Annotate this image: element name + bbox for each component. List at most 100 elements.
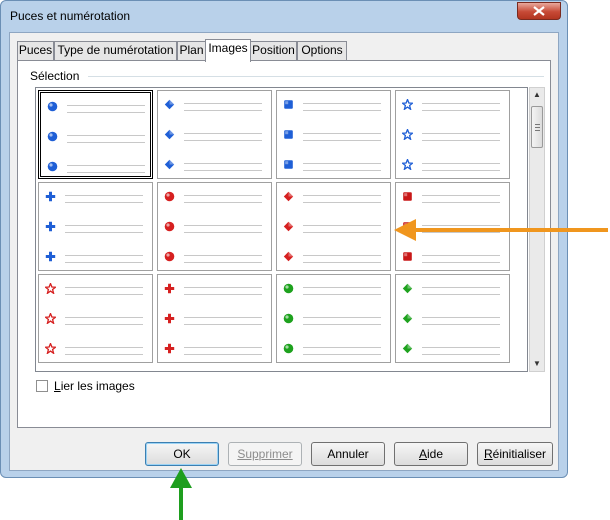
text-line-placeholder: [184, 202, 262, 203]
selection-label: Sélection: [30, 69, 84, 83]
grip-line: [535, 130, 540, 131]
text-line-placeholder: [303, 225, 381, 226]
title-bar[interactable]: Puces et numérotation: [1, 1, 567, 31]
bullet-style-diamond[interactable]: [395, 274, 510, 363]
diamond-bullet-icon: [283, 251, 294, 262]
diamond-bullet-icon: [402, 283, 413, 294]
text-line-placeholder: [422, 133, 500, 134]
star-bullet-icon: [400, 97, 415, 111]
grip-line: [535, 124, 540, 125]
delete-button-label: Supprimer: [237, 447, 293, 461]
text-line-placeholder: [67, 112, 145, 113]
orange-arrow-annotation: [394, 219, 608, 241]
help-label-rest: ide: [427, 447, 444, 461]
text-line-placeholder: [65, 195, 143, 196]
tab-plan[interactable]: Plan: [177, 41, 206, 60]
text-line-placeholder: [65, 324, 143, 325]
text-line-placeholder: [65, 255, 143, 256]
text-line-placeholder: [67, 172, 145, 173]
sphere-bullet-icon: [283, 283, 294, 294]
text-line-placeholder: [184, 163, 262, 164]
cube-bullet-icon: [283, 129, 294, 140]
text-line-placeholder: [303, 163, 381, 164]
text-line-placeholder: [422, 294, 500, 295]
text-line-placeholder: [184, 133, 262, 134]
dialog-client-area: Puces Type de numérotation Plan Images P…: [9, 32, 559, 471]
tab-position[interactable]: Position: [250, 41, 297, 60]
scroll-thumb[interactable]: [531, 106, 543, 148]
text-line-placeholder: [422, 163, 500, 164]
bullet-style-star[interactable]: [38, 274, 153, 363]
text-line-placeholder: [422, 255, 500, 256]
sphere-bullet-icon: [47, 131, 58, 142]
text-line-placeholder: [65, 317, 143, 318]
text-line-placeholder: [184, 262, 262, 263]
delete-button[interactable]: Supprimer: [228, 442, 302, 466]
green-arrow-annotation: [170, 468, 192, 520]
diamond-bullet-icon: [283, 221, 294, 232]
text-line-placeholder: [184, 195, 262, 196]
text-line-placeholder: [422, 354, 500, 355]
text-line-placeholder: [65, 232, 143, 233]
text-line-placeholder: [184, 232, 262, 233]
text-line-placeholder: [65, 294, 143, 295]
close-button[interactable]: [517, 2, 561, 20]
text-line-placeholder: [422, 195, 500, 196]
cube-bullet-icon: [402, 251, 413, 262]
text-line-placeholder: [67, 135, 145, 136]
tab-images[interactable]: Images: [205, 39, 251, 62]
tab-puces[interactable]: Puces: [17, 41, 54, 60]
help-button[interactable]: Aide: [394, 442, 468, 466]
sphere-bullet-icon: [164, 251, 175, 262]
cube-bullet-icon: [283, 159, 294, 170]
close-icon: [533, 6, 545, 16]
text-line-placeholder: [422, 103, 500, 104]
bullet-style-star[interactable]: [395, 90, 510, 179]
tab-options[interactable]: Options: [297, 41, 347, 60]
text-line-placeholder: [422, 110, 500, 111]
cross-bullet-icon: [45, 191, 56, 202]
bullet-style-diamond[interactable]: [157, 90, 272, 179]
text-line-placeholder: [303, 317, 381, 318]
text-line-placeholder: [184, 354, 262, 355]
text-line-placeholder: [303, 133, 381, 134]
text-line-placeholder: [184, 140, 262, 141]
bullet-style-sphere[interactable]: [157, 182, 272, 271]
scroll-down-icon[interactable]: ▼: [530, 357, 544, 371]
cancel-button[interactable]: Annuler: [311, 442, 385, 466]
images-tab-panel: Sélection ▲ ▼ Lier les images: [17, 60, 551, 428]
scroll-up-icon[interactable]: ▲: [530, 88, 544, 102]
text-line-placeholder: [422, 287, 500, 288]
bullet-style-sphere[interactable]: [276, 274, 391, 363]
text-line-placeholder: [67, 105, 145, 106]
cross-bullet-icon: [164, 313, 175, 324]
reset-mnemonic: R: [483, 447, 493, 461]
text-line-placeholder: [184, 170, 262, 171]
text-line-placeholder: [303, 202, 381, 203]
grip-line: [535, 127, 540, 128]
tab-type-numerotation[interactable]: Type de numérotation: [54, 41, 177, 60]
link-images-label: Lier les images: [54, 379, 135, 393]
text-line-placeholder: [184, 225, 262, 226]
bullet-style-diamond[interactable]: [276, 182, 391, 271]
text-line-placeholder: [67, 142, 145, 143]
star-bullet-icon: [43, 341, 58, 355]
cube-bullet-icon: [283, 99, 294, 110]
sphere-bullet-icon: [283, 343, 294, 354]
text-line-placeholder: [184, 287, 262, 288]
bullet-style-cross[interactable]: [38, 182, 153, 271]
bullet-style-sphere[interactable]: [38, 90, 153, 179]
text-line-placeholder: [303, 262, 381, 263]
bullet-style-cube[interactable]: [276, 90, 391, 179]
text-line-placeholder: [422, 140, 500, 141]
link-images-checkbox[interactable]: [36, 380, 48, 392]
bullet-style-cross[interactable]: [157, 274, 272, 363]
diamond-bullet-icon: [402, 313, 413, 324]
text-line-placeholder: [65, 347, 143, 348]
text-line-placeholder: [65, 225, 143, 226]
text-line-placeholder: [65, 354, 143, 355]
reset-button[interactable]: Réinitialiser: [477, 442, 553, 466]
text-line-placeholder: [303, 232, 381, 233]
text-line-placeholder: [303, 324, 381, 325]
ok-button[interactable]: OK: [145, 442, 219, 466]
